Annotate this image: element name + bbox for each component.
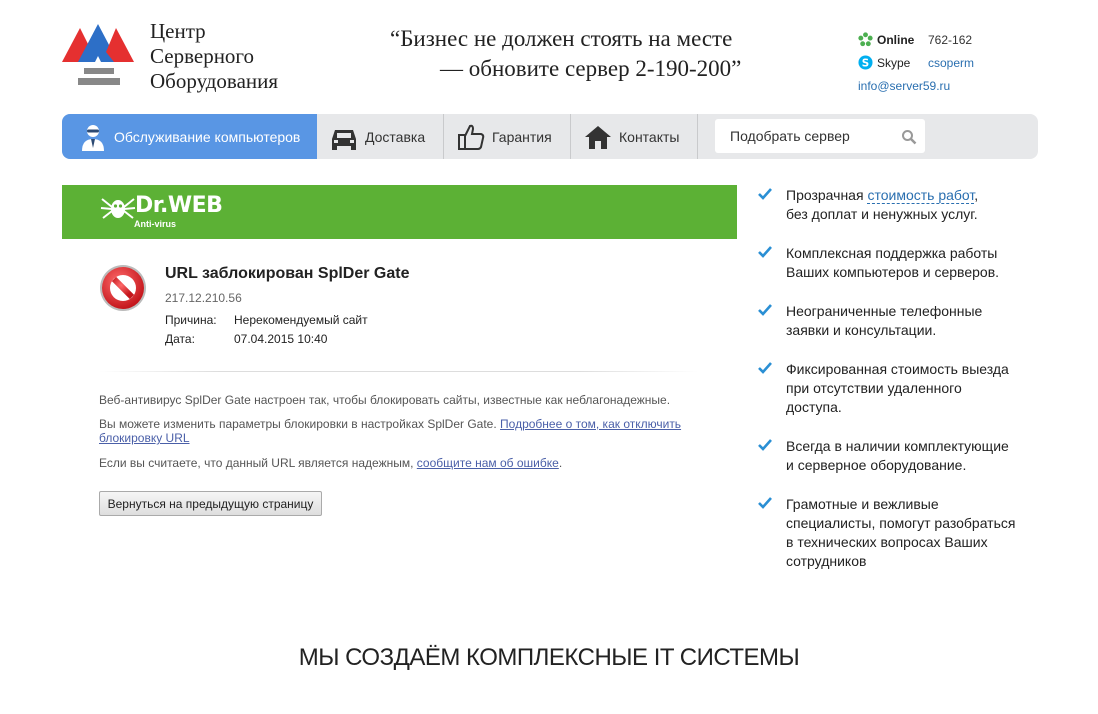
nav-item-computer-service[interactable]: Обслуживание компьютеров xyxy=(62,114,317,159)
feature-line: заявки и консультации. xyxy=(786,322,937,338)
drweb-spider-icon xyxy=(100,198,136,219)
nav-item-label: Гарантия xyxy=(492,128,552,145)
drweb-banner: Dr.WEB Anti-virus xyxy=(62,185,737,239)
nav-item-warranty[interactable]: Гарантия xyxy=(444,114,571,159)
contact-online: Online 762-162 xyxy=(858,31,972,49)
feature-text: Неограниченные телефонные заявки и консу… xyxy=(786,302,1046,340)
pricing-link[interactable]: стоимость работ xyxy=(867,187,975,204)
brand-line: Оборудования xyxy=(150,69,279,93)
settings-paragraph: Вы можете изменить параметры блокировки … xyxy=(99,417,699,445)
technician-icon xyxy=(82,124,104,151)
blocked-ip: 217.12.210.56 xyxy=(165,291,242,305)
server-search xyxy=(715,119,925,153)
skype-value[interactable]: csoperm xyxy=(928,54,974,72)
reason-label: Причина: xyxy=(165,313,217,327)
feature-line: Комплексная поддержка работы xyxy=(786,245,998,261)
feature-line: Неограниченные телефонные xyxy=(786,303,983,319)
feature-text: Прозрачная стоимость работ, без доплат и… xyxy=(786,186,1046,224)
feature-text: Комплексная поддержка работы Ваших компь… xyxy=(786,244,1046,282)
nav-item-label: Доставка xyxy=(365,128,426,145)
check-icon xyxy=(758,362,772,374)
back-button[interactable]: Вернуться на предыдущую страницу xyxy=(99,491,322,516)
settings-text: Вы можете изменить параметры блокировки … xyxy=(99,417,501,431)
email-link[interactable]: info@server59.ru xyxy=(858,79,950,93)
skype-label: Skype xyxy=(877,56,911,70)
feature-line: при отсутствии удаленного xyxy=(786,380,962,396)
feature-line: доступа. xyxy=(786,399,842,415)
home-icon xyxy=(585,125,611,149)
check-icon xyxy=(758,304,772,316)
feature-line: специалисты, помогут разобраться xyxy=(786,515,1016,531)
search-input[interactable] xyxy=(715,119,925,153)
main-nav: Обслуживание компьютеров Доставка Гарант… xyxy=(62,114,1038,159)
report-paragraph: Если вы считаете, что данный URL являетс… xyxy=(99,456,699,470)
feature-text: Всегда в наличии комплектующие и серверн… xyxy=(786,437,1046,475)
feature-text: Фиксированная стоимость выезда при отсут… xyxy=(786,360,1046,417)
slogan-line: — обновите сервер 2-190-200” xyxy=(440,56,742,81)
divider xyxy=(99,371,699,372)
contact-skype: S Skype csoperm xyxy=(858,54,974,72)
date-label: Дата: xyxy=(165,332,195,346)
brand-name: Центр Серверного Оборудования xyxy=(150,19,278,94)
svg-text:S: S xyxy=(862,57,869,69)
check-icon xyxy=(758,497,772,509)
disable-blocking-link[interactable]: Подробнее о том, как отключить xyxy=(500,417,681,431)
check-icon xyxy=(758,188,772,200)
car-icon xyxy=(332,129,356,150)
report-error-link[interactable]: сообщите нам об ошибке xyxy=(417,456,559,470)
drweb-logo-text: Dr.WEB xyxy=(135,193,223,218)
feature-line: сотрудников xyxy=(786,553,867,569)
online-label: Online xyxy=(877,33,915,47)
info-paragraph: Веб-антивирус SplDer Gate настроен так, … xyxy=(99,393,671,407)
feature-post: , xyxy=(974,187,979,203)
feature-line: Ваших компьютеров и серверов. xyxy=(786,264,1000,280)
reason-value: Нерекомендуемый сайт xyxy=(234,313,368,327)
slogan: “Бизнес не должен стоять на месте — обно… xyxy=(390,24,741,84)
feature-line: Прозрачная стоимость работ, xyxy=(786,186,1046,205)
date-value: 07.04.2015 10:40 xyxy=(234,332,328,346)
feature-line: Фиксированная стоимость выезда xyxy=(786,361,1009,377)
online-number: 762-162 xyxy=(928,33,973,47)
feature-text: Грамотные и вежливые специалисты, помогу… xyxy=(786,495,1046,571)
blocked-icon xyxy=(100,265,146,311)
report-end: . xyxy=(558,456,563,470)
disable-blocking-link-cont[interactable]: блокировку URL xyxy=(99,431,190,445)
brand-line: Центр xyxy=(150,19,206,43)
contact-email: info@server59.ru xyxy=(858,77,950,95)
feature-line: Всегда в наличии комплектующие xyxy=(786,438,1009,454)
icq-flower-icon xyxy=(858,32,873,47)
search-icon[interactable] xyxy=(901,129,917,145)
skype-icon: S xyxy=(858,55,873,70)
feature-line: Грамотные и вежливые xyxy=(786,496,939,512)
company-logo-icon xyxy=(62,24,134,85)
section-heading: МЫ СОЗДАЁМ КОМПЛЕКСНЫЕ IT СИСТЕМЫ xyxy=(298,644,800,671)
feature-line: в технических вопросах Ваших xyxy=(786,534,988,550)
slogan-line: “Бизнес не должен стоять на месте xyxy=(390,26,733,51)
check-icon xyxy=(758,246,772,258)
thumbs-up-icon xyxy=(458,124,485,150)
block-title: URL заблокирован SplDer Gate xyxy=(165,265,410,282)
nav-item-delivery[interactable]: Доставка xyxy=(317,114,444,159)
brand-line: Серверного xyxy=(150,44,255,68)
nav-item-contacts[interactable]: Контакты xyxy=(571,114,698,159)
report-text: Если вы считаете, что данный URL являетс… xyxy=(99,456,417,470)
feature-line: и серверное оборудование. xyxy=(786,457,967,473)
feature-line: без доплат и ненужных услуг. xyxy=(786,206,978,222)
feature-pre: Прозрачная xyxy=(786,187,868,203)
check-icon xyxy=(758,439,772,451)
nav-item-label: Контакты xyxy=(619,128,680,145)
nav-item-label: Обслуживание компьютеров xyxy=(114,128,301,145)
drweb-subtitle: Anti-virus xyxy=(134,219,177,229)
